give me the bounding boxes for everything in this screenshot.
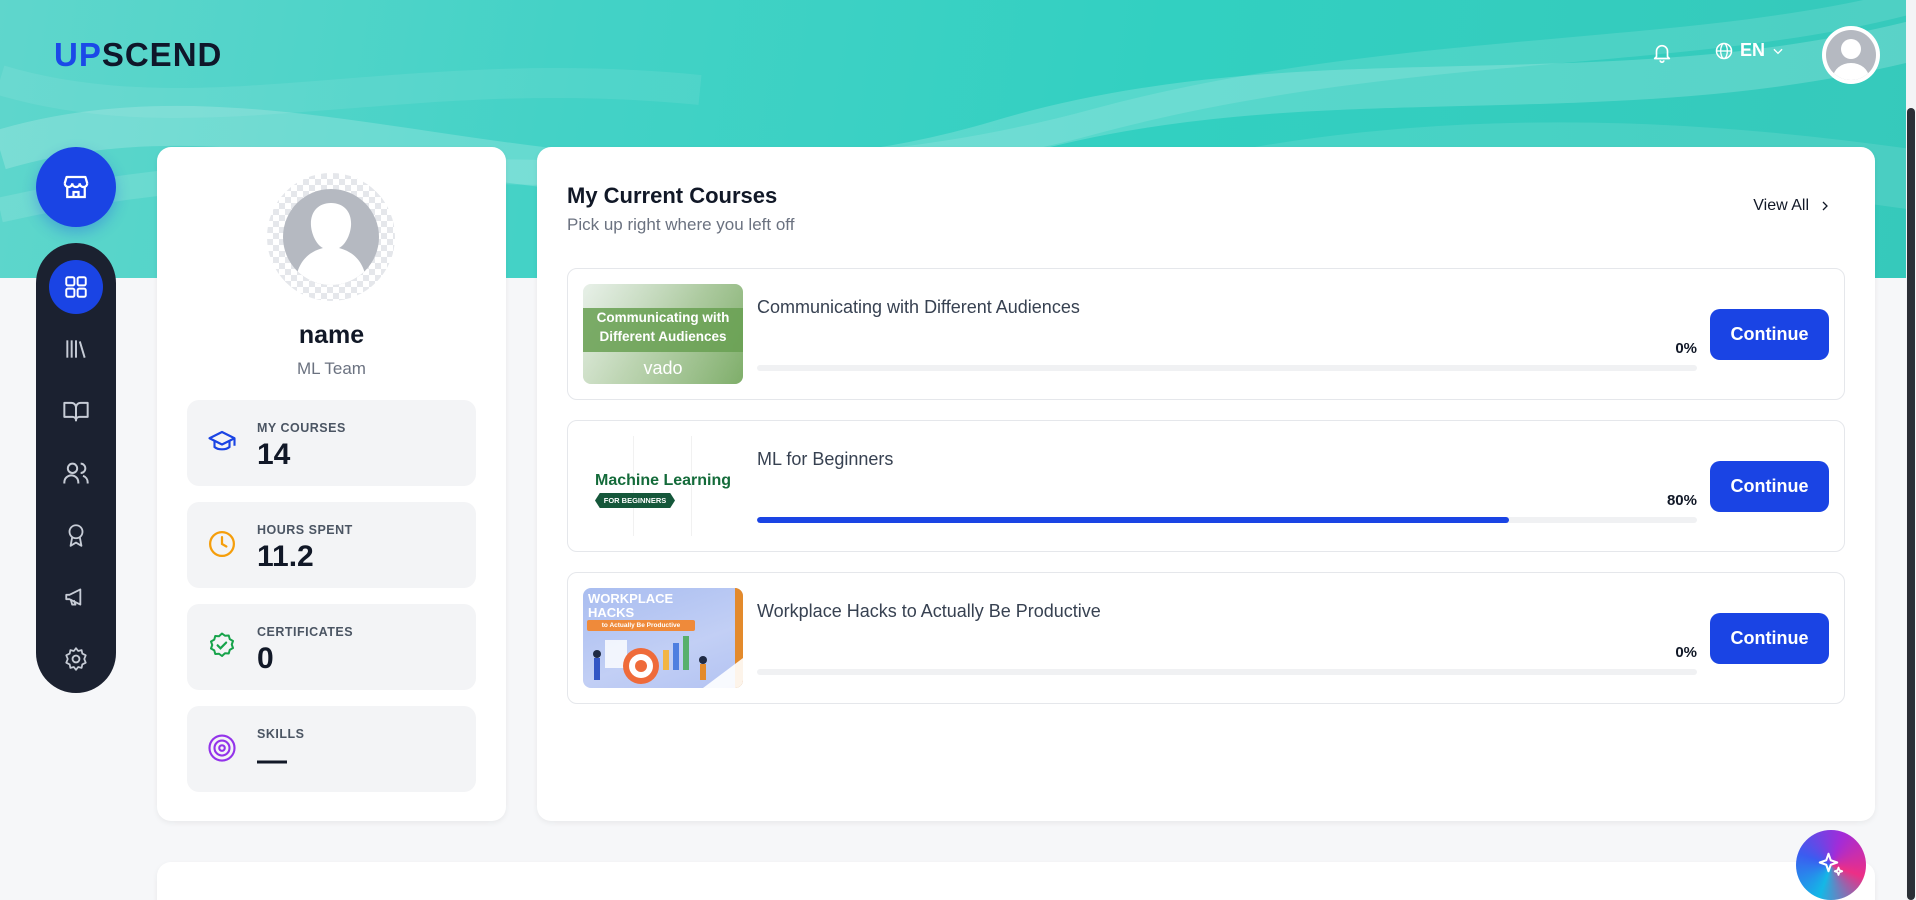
logo-scend-text: SCEND (101, 36, 223, 73)
bell-icon[interactable] (1651, 42, 1673, 64)
sidebar-item-announcements[interactable] (36, 566, 116, 628)
bottom-section-card (157, 862, 1875, 900)
profile-card: name ML Team MY COURSES 14 HOURS SPENT 1… (157, 147, 506, 821)
top-actions: EN (1516, 24, 1916, 84)
logo-up-text: UP (54, 36, 102, 73)
language-selector[interactable]: EN (1714, 40, 1785, 61)
chevron-right-icon (1822, 201, 1828, 211)
sidebar-item-certificates[interactable] (36, 504, 116, 566)
page-scrollbar[interactable] (1906, 0, 1916, 900)
graduation-cap-icon (208, 430, 236, 451)
course-progress-label: 0% (1675, 644, 1697, 661)
award-icon (68, 524, 84, 547)
stat-hours-spent[interactable]: HOURS SPENT 11.2 (187, 502, 476, 588)
badge-check-icon (210, 632, 234, 657)
thumbnail-subtitle: FOR BEGINNERS (595, 493, 675, 508)
continue-button[interactable]: Continue (1710, 309, 1829, 360)
thumbnail-title: Communicating with Different Audiences (596, 310, 730, 344)
stat-label: MY COURSES (257, 421, 346, 435)
stat-certificates[interactable]: CERTIFICATES 0 (187, 604, 476, 690)
course-progress-label: 0% (1675, 340, 1697, 357)
user-silhouette-icon (295, 203, 367, 285)
stat-value: 14 (257, 438, 291, 471)
grid-icon (65, 276, 87, 298)
continue-button[interactable]: Continue (1710, 461, 1829, 512)
stat-label: SKILLS (257, 727, 305, 741)
sidebar-item-users[interactable] (36, 442, 116, 504)
course-title[interactable]: Workplace Hacks to Actually Be Productiv… (757, 601, 1101, 622)
sidebar-item-dashboard[interactable] (36, 256, 116, 318)
course-thumbnail[interactable]: Communicating with Different Audiences v… (583, 284, 743, 384)
stat-label: HOURS SPENT (257, 523, 353, 537)
upscend-logo[interactable]: UPSCEND (54, 36, 222, 74)
course-progress-bar (757, 365, 1697, 371)
course-title[interactable]: ML for Beginners (757, 449, 893, 470)
stat-label: CERTIFICATES (257, 625, 354, 639)
thumbnail-title: Machine Learning (594, 472, 732, 489)
course-row[interactable]: Machine Learning FOR BEGINNERS ML for Be… (567, 420, 1845, 552)
course-progress-label: 80% (1666, 492, 1697, 509)
chevron-down-icon (1773, 48, 1783, 54)
target-illustration (593, 636, 743, 688)
profile-team: ML Team (297, 359, 366, 378)
current-courses-card: My Current Courses Pick up right where y… (537, 147, 1875, 821)
profile-name: name (298, 321, 365, 349)
course-row[interactable]: WORKPLACE HACKS to Actually Be Productiv… (567, 572, 1845, 704)
courses-subtitle: Pick up right where you left off (567, 215, 795, 234)
store-icon (63, 175, 89, 199)
ai-assistant-button[interactable] (1796, 830, 1866, 900)
course-thumbnail[interactable]: WORKPLACE HACKS to Actually Be Productiv… (583, 588, 743, 688)
profile-avatar[interactable] (267, 173, 395, 301)
megaphone-icon (65, 588, 82, 606)
course-progress-bar (757, 669, 1697, 675)
stat-my-courses[interactable]: MY COURSES 14 (187, 400, 476, 486)
continue-button[interactable]: Continue (1710, 613, 1829, 664)
scrollbar-thumb[interactable] (1907, 108, 1915, 900)
stat-value: 11.2 (257, 540, 314, 573)
course-thumbnail[interactable]: Machine Learning FOR BEGINNERS (583, 436, 743, 536)
courses-title: My Current Courses (567, 183, 778, 208)
course-progress-bar (757, 517, 1697, 523)
book-open-icon (63, 401, 89, 422)
sparkle-icon (1818, 852, 1844, 876)
globe-icon (1715, 42, 1733, 59)
course-progress-fill (757, 517, 1509, 523)
view-all-label: View All (1753, 197, 1809, 214)
sidebar-nav (36, 243, 116, 693)
course-row[interactable]: Communicating with Different Audiences v… (567, 268, 1845, 400)
gear-icon (65, 647, 87, 671)
target-icon (208, 734, 236, 762)
thumbnail-brand: vado (643, 358, 683, 378)
sidebar-item-library[interactable] (36, 318, 116, 380)
sidebar-item-courses[interactable] (36, 380, 116, 442)
user-silhouette-icon (1833, 39, 1869, 80)
stat-value: 0 (257, 642, 274, 675)
view-all-link[interactable]: View All (1753, 197, 1831, 215)
stat-value: — (257, 744, 287, 777)
course-title[interactable]: Communicating with Different Audiences (757, 297, 1080, 318)
stat-skills[interactable]: SKILLS — (187, 706, 476, 792)
user-avatar[interactable] (1822, 26, 1880, 84)
library-icon (66, 340, 86, 358)
users-icon (63, 462, 89, 484)
sidebar-item-settings[interactable] (36, 628, 116, 690)
language-label: EN (1740, 40, 1766, 60)
clock-icon (209, 531, 235, 557)
store-button[interactable] (36, 147, 116, 227)
